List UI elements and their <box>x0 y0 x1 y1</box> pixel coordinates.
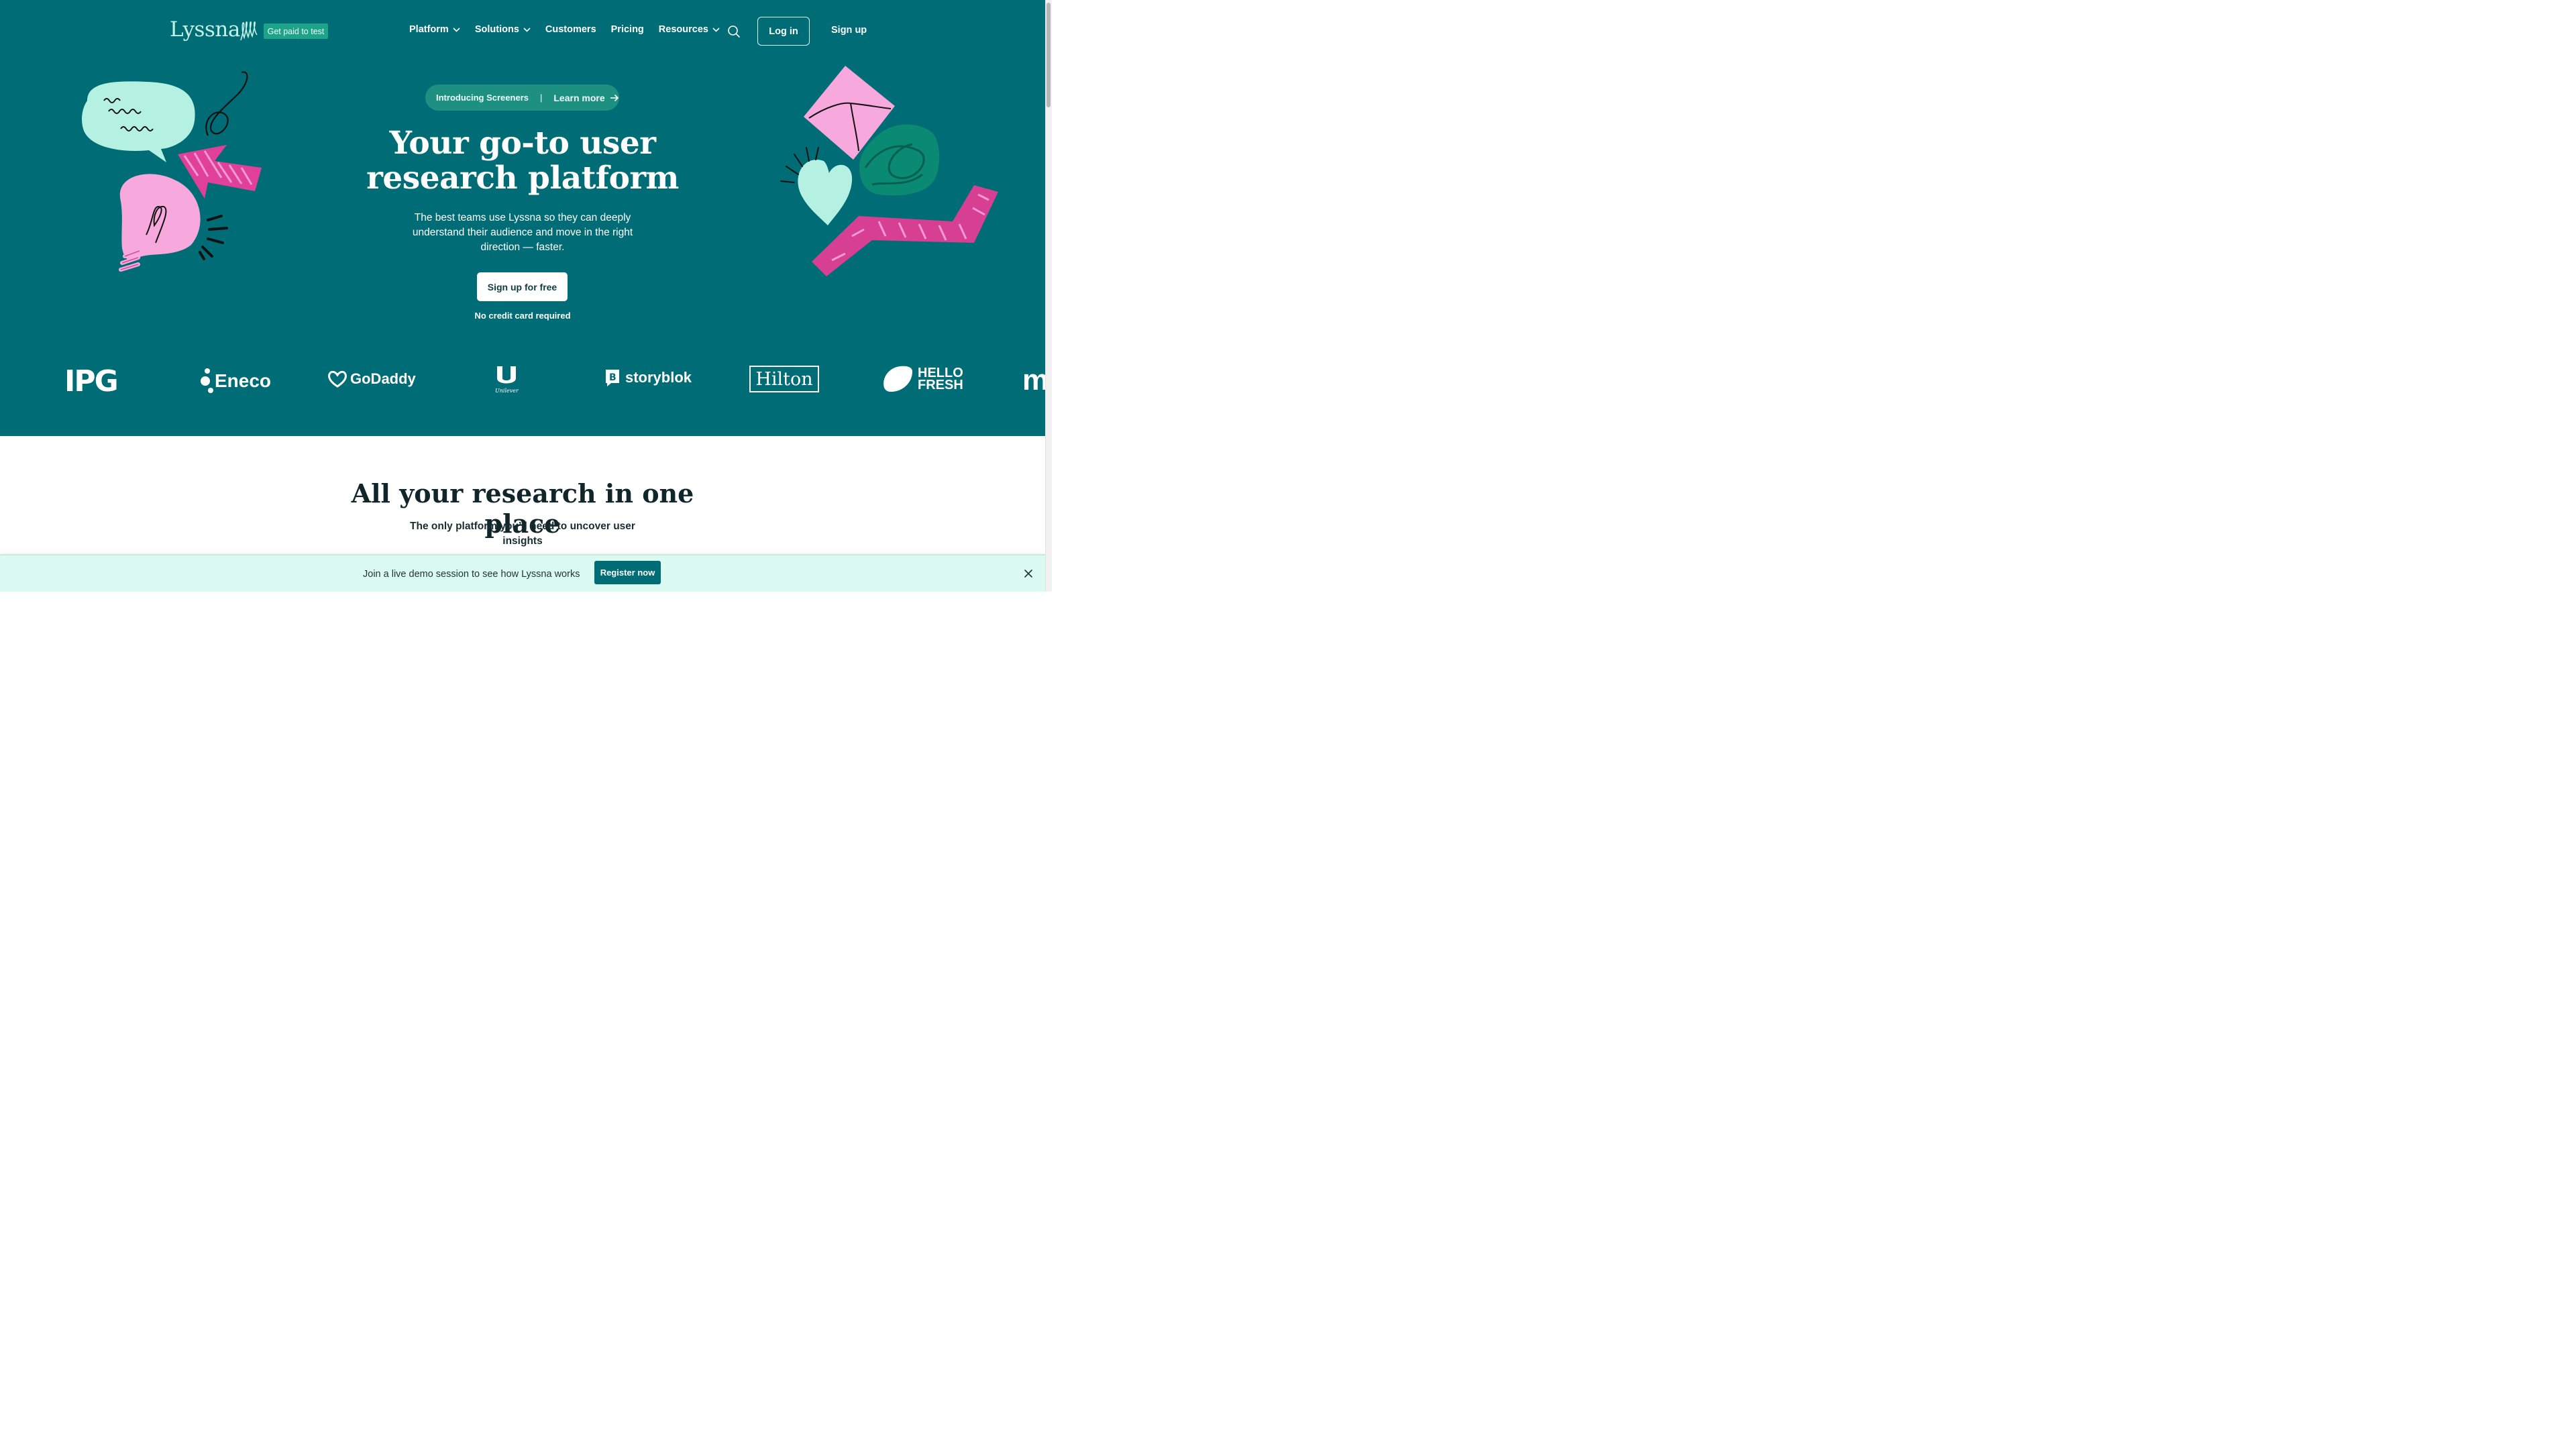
scrollbar[interactable] <box>1045 0 1052 592</box>
nav-pricing-label: Pricing <box>610 24 644 35</box>
hellofresh-logo: HELLO FRESH <box>881 365 963 393</box>
signup-free-button[interactable]: Sign up for free <box>477 272 568 301</box>
svg-text:B: B <box>609 372 616 383</box>
learn-more-label: Learn more <box>553 92 605 103</box>
squiggle-icon <box>205 71 248 136</box>
announcement-separator: | <box>539 93 543 103</box>
demo-banner: Join a live demo session to see how Lyss… <box>0 554 1045 592</box>
nav-resources[interactable]: Resources <box>659 24 720 35</box>
section-subtitle: The only platform you’ll need to uncover… <box>410 521 635 547</box>
chevron-down-icon <box>523 27 531 32</box>
chevron-down-icon <box>712 27 720 32</box>
scrollbar-thumb[interactable] <box>1046 3 1051 107</box>
nav-solutions[interactable]: Solutions <box>475 24 531 35</box>
storyblok-icon: B <box>606 370 619 386</box>
unilever-u-icon <box>497 366 517 384</box>
godaddy-heart-icon <box>328 370 347 388</box>
nav-customers-label: Customers <box>545 24 596 35</box>
nav-pricing[interactable]: Pricing <box>611 24 644 35</box>
nav-platform-label: Platform <box>409 24 449 35</box>
speech-bubble-icon <box>82 81 195 162</box>
lime-icon <box>883 366 912 392</box>
godaddy-logo: GoDaddy <box>327 370 416 388</box>
demo-banner-text: Join a live demo session to see how Lyss… <box>363 569 580 580</box>
register-now-button[interactable]: Register now <box>594 561 661 584</box>
hilton-logo: Hilton <box>749 366 819 392</box>
hero-section: Lyssna Get paid to test Platform Solutio… <box>0 0 1045 436</box>
heart-icon <box>798 160 853 225</box>
nav-customers[interactable]: Customers <box>545 24 596 35</box>
hero-headline-line1: Your go-to user <box>389 125 656 162</box>
spark-lines-icon <box>199 215 228 260</box>
announcement-text: Introducing Screeners <box>436 93 529 103</box>
eneco-logo: Eneco <box>200 368 271 394</box>
unilever-logo: Unilever <box>495 365 519 394</box>
hero-subtext: The best teams use Lyssna so they can de… <box>412 212 633 253</box>
signup-link[interactable]: Sign up <box>831 25 867 36</box>
nav-platform[interactable]: Platform <box>409 24 460 35</box>
feedback-illustration <box>780 66 998 276</box>
get-paid-badge[interactable]: Get paid to test <box>264 23 328 39</box>
lightbulb-icon <box>119 174 201 272</box>
logo-swirl-icon <box>240 21 258 41</box>
hero-headline-line2: research platform <box>366 160 679 197</box>
partial-logo: m <box>1022 364 1045 396</box>
hero-headline: Your go-to user research platform <box>321 126 724 196</box>
close-icon[interactable] <box>1024 569 1033 578</box>
ideas-illustration <box>82 71 262 272</box>
lyssna-logo[interactable]: Lyssna <box>170 17 240 42</box>
announcement-pill[interactable]: Introducing Screeners | Learn more <box>425 85 619 111</box>
learn-more-link[interactable]: Learn more <box>553 93 619 103</box>
main-nav: Platform Solutions Customers Pricing Res… <box>409 24 735 35</box>
search-icon[interactable] <box>727 25 741 38</box>
nav-resources-label: Resources <box>658 24 708 35</box>
nav-solutions-label: Solutions <box>474 24 519 35</box>
arrow-cursor-icon <box>178 145 262 199</box>
ipg-logo: IPG <box>64 364 119 398</box>
storyblok-logo: B storyblok <box>604 368 692 387</box>
no-credit-card-note: No credit card required <box>474 311 571 321</box>
chevron-down-icon <box>453 27 460 32</box>
login-button[interactable]: Log in <box>757 17 810 46</box>
arrow-right-icon <box>610 94 619 101</box>
eneco-dots-icon <box>201 368 213 393</box>
client-logos: IPG Eneco GoDaddy Unilever B storyblok H… <box>0 362 1045 402</box>
